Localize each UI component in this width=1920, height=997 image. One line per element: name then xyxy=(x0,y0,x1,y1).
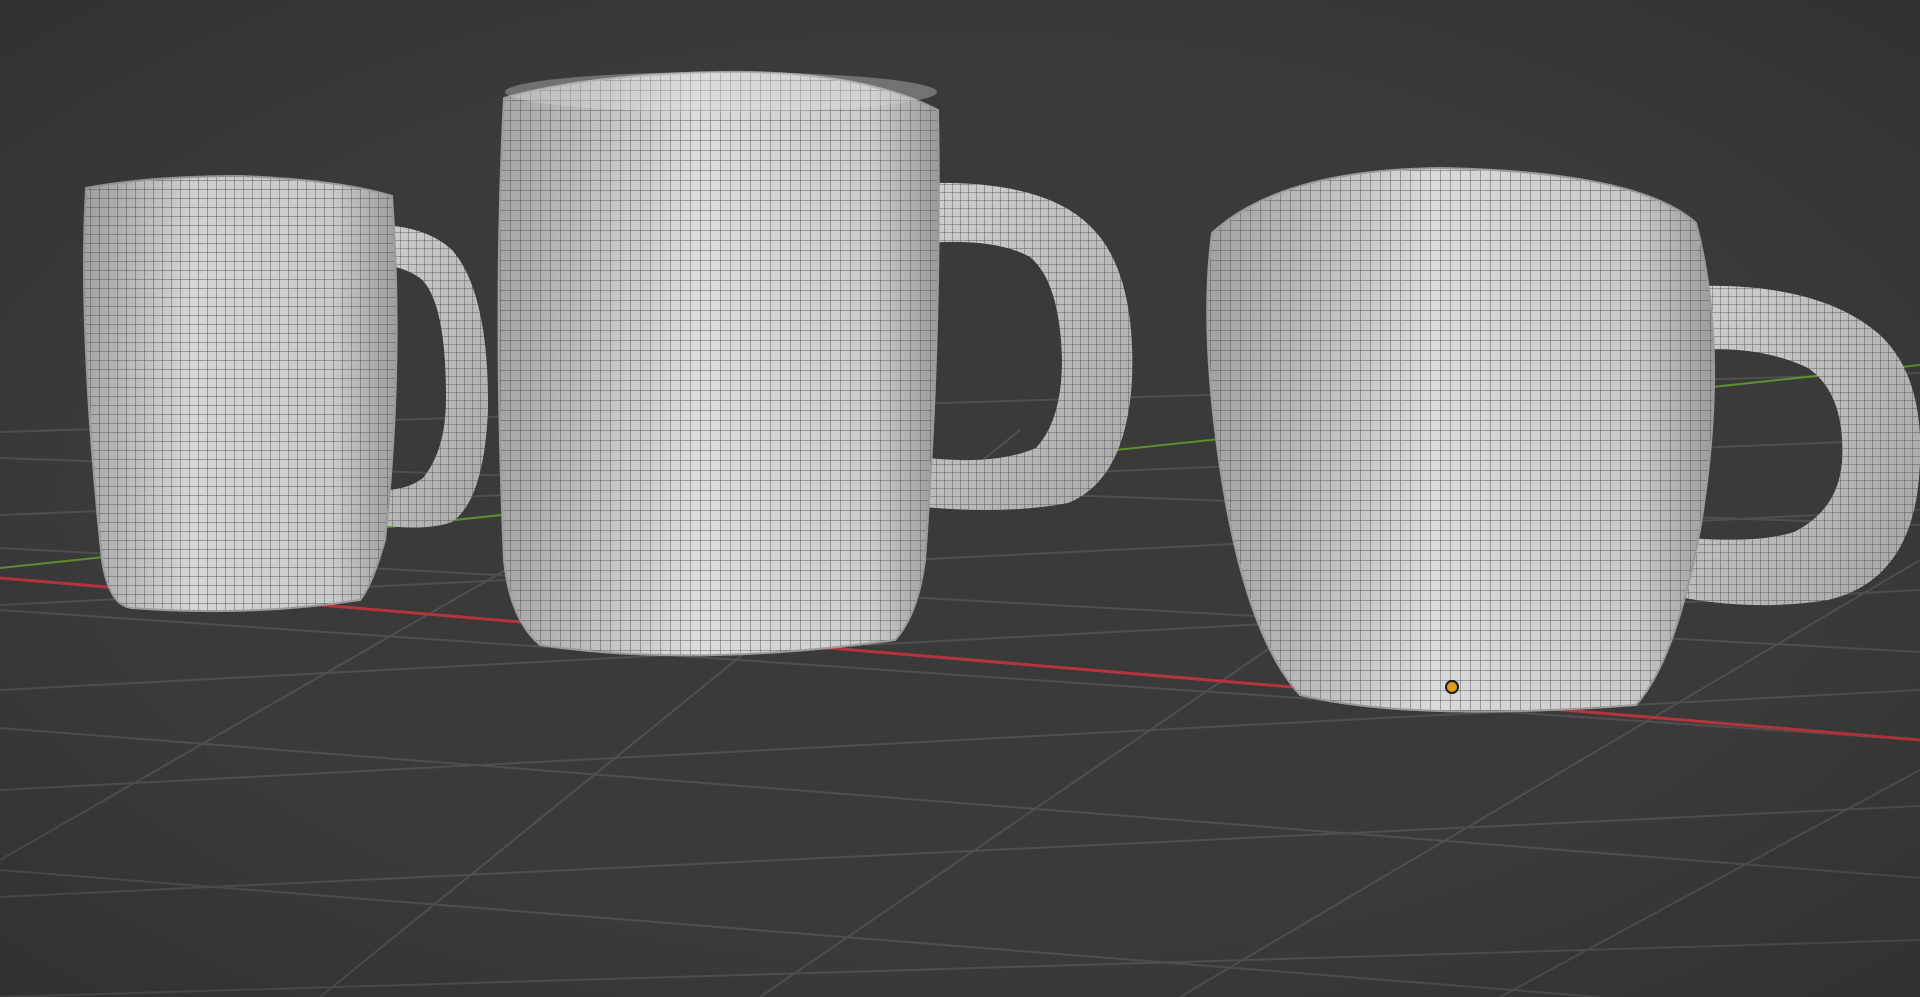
viewport-canvas[interactable] xyxy=(0,0,1920,997)
3d-viewport[interactable] xyxy=(0,0,1920,997)
viewport-vignette xyxy=(0,0,1920,997)
